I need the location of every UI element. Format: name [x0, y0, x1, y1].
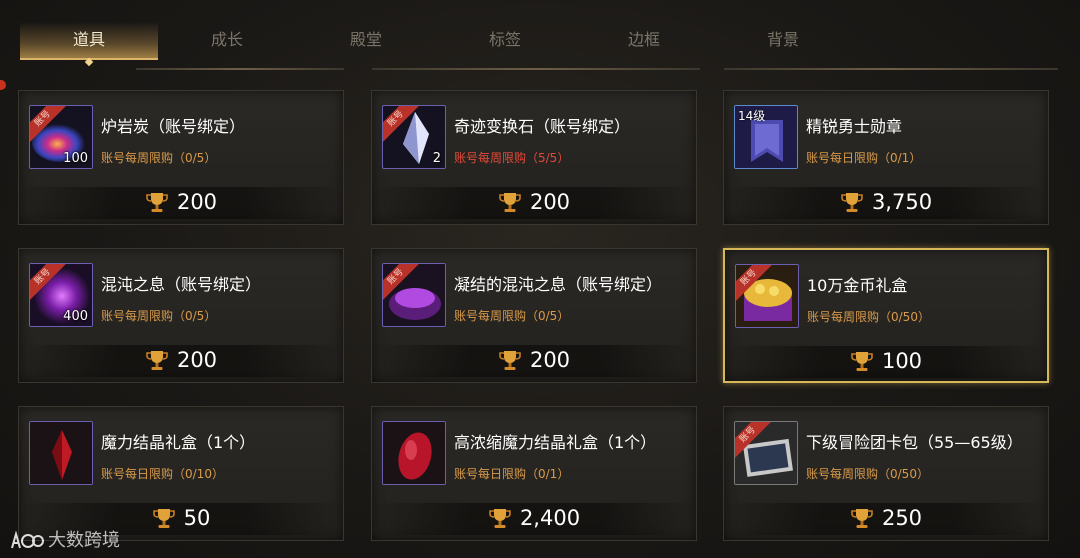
- purchase-limit: 账号每周限购（0/50）: [807, 310, 930, 324]
- tab-items[interactable]: 道具: [20, 22, 158, 67]
- tab-label: 标签: [488, 30, 521, 49]
- purchase-limit: 账号每周限购（5/5）: [454, 151, 570, 165]
- item-price: 250: [724, 505, 1048, 533]
- item-icon-frame: 账号 400: [29, 263, 93, 327]
- notification-dot: [0, 80, 6, 90]
- tab-label: 殿堂: [349, 30, 382, 49]
- price-value: 50: [183, 506, 211, 530]
- tab-label: 道具: [72, 30, 105, 49]
- item-icon-frame: [29, 421, 93, 485]
- item-icon-frame: 14级: [734, 105, 798, 169]
- price-value: 2,400: [519, 506, 581, 530]
- item-card[interactable]: 14级 精锐勇士勋章 账号每日限购（0/1） 3,750: [723, 90, 1049, 225]
- item-level: 14级: [738, 109, 766, 123]
- divider: [136, 68, 344, 70]
- tab-growth[interactable]: 成长: [158, 22, 296, 58]
- price-value: 3,750: [871, 190, 933, 214]
- watermark: 大数跨境: [10, 526, 120, 552]
- item-name: 10万金币礼盒: [807, 276, 908, 295]
- tab-bar: 道具 成长 殿堂 标签 边框 背景: [0, 0, 1080, 72]
- item-icon-frame: 账号: [735, 264, 799, 328]
- purchase-limit: 账号每周限购（0/5）: [101, 309, 217, 323]
- price-value: 100: [881, 349, 923, 373]
- price-value: 200: [529, 190, 571, 214]
- item-card[interactable]: 账号 100 炉岩炭（账号绑定） 账号每周限购（0/5） 200: [18, 90, 344, 225]
- item-icon-frame: 账号: [382, 263, 446, 327]
- item-price: 200: [372, 189, 696, 217]
- card-pack-icon: [735, 422, 797, 484]
- item-name: 高浓缩魔力结晶礼盒（1个）: [454, 433, 657, 452]
- tab-frame[interactable]: 边框: [575, 22, 713, 58]
- purchase-limit: 账号每周限购（0/5）: [101, 151, 217, 165]
- tab-active-indicator: [84, 57, 94, 67]
- chaos-bowl-icon: [383, 264, 445, 326]
- trophy-icon: [499, 351, 521, 370]
- item-name: 凝结的混沌之息（账号绑定）: [454, 275, 663, 294]
- red-crystal-icon: [30, 422, 92, 484]
- trophy-icon: [851, 509, 873, 528]
- item-price: 200: [372, 347, 696, 375]
- item-price: 3,750: [724, 189, 1048, 217]
- tab-hall[interactable]: 殿堂: [297, 22, 435, 58]
- item-quantity: 2: [432, 151, 441, 166]
- tab-label: 背景: [766, 30, 799, 49]
- trophy-icon: [841, 193, 863, 212]
- item-name: 混沌之息（账号绑定）: [101, 275, 262, 294]
- price-value: 200: [176, 190, 218, 214]
- item-price: 2,400: [372, 505, 696, 533]
- item-card[interactable]: 账号 2 奇迹变换石（账号绑定） 账号每周限购（5/5） 200: [371, 90, 697, 225]
- item-quantity: 100: [63, 151, 88, 166]
- item-name: 下级冒险团卡包（55—65级）: [806, 433, 1023, 452]
- divider: [372, 68, 700, 70]
- item-card[interactable]: 高浓缩魔力结晶礼盒（1个） 账号每日限购（0/1） 2,400: [371, 406, 697, 541]
- item-name: 魔力结晶礼盒（1个）: [101, 433, 256, 452]
- trophy-icon: [146, 193, 168, 212]
- item-card[interactable]: 账号 10万金币礼盒 账号每周限购（0/50） 100: [723, 248, 1049, 383]
- tab-label: 成长: [210, 30, 243, 49]
- purchase-limit: 账号每日限购（0/1）: [454, 467, 570, 481]
- item-icon-frame: 账号 2: [382, 105, 446, 169]
- item-icon-frame: 账号: [734, 421, 798, 485]
- purchase-limit: 账号每周限购（0/5）: [454, 309, 570, 323]
- price-value: 200: [529, 348, 571, 372]
- price-value: 200: [176, 348, 218, 372]
- watermark-text: 大数跨境: [48, 530, 120, 551]
- gold-chest-icon: [736, 265, 798, 327]
- watermark-logo-icon: [11, 530, 44, 549]
- item-icon-frame: 账号 100: [29, 105, 93, 169]
- item-card[interactable]: 魔力结晶礼盒（1个） 账号每日限购（0/10） 50: [18, 406, 344, 541]
- purchase-limit: 账号每周限购（0/50）: [806, 467, 929, 481]
- item-name: 精锐勇士勋章: [806, 117, 903, 136]
- item-price: 200: [19, 347, 343, 375]
- trophy-icon: [489, 509, 511, 528]
- trophy-icon: [152, 509, 175, 528]
- trophy-icon: [499, 193, 521, 212]
- item-card[interactable]: 账号 400 混沌之息（账号绑定） 账号每周限购（0/5） 200: [18, 248, 344, 383]
- banner-icon: [735, 106, 797, 168]
- item-card[interactable]: 账号 凝结的混沌之息（账号绑定） 账号每周限购（0/5） 200: [371, 248, 697, 383]
- tab-label: 边框: [627, 30, 660, 49]
- trophy-icon: [851, 352, 873, 371]
- item-icon-frame: [382, 421, 446, 485]
- purchase-limit: 账号每日限购（0/10）: [101, 467, 224, 481]
- red-gem-icon: [383, 422, 445, 484]
- tab-background[interactable]: 背景: [714, 22, 852, 58]
- purchase-limit: 账号每日限购（0/1）: [806, 151, 922, 165]
- item-price: 200: [19, 189, 343, 217]
- item-card[interactable]: 账号 下级冒险团卡包（55—65级） 账号每周限购（0/50） 250: [723, 406, 1049, 541]
- item-name: 炉岩炭（账号绑定）: [101, 117, 246, 136]
- trophy-icon: [146, 351, 168, 370]
- item-name: 奇迹变换石（账号绑定）: [454, 117, 631, 136]
- tab-tags[interactable]: 标签: [436, 22, 574, 58]
- item-quantity: 400: [63, 309, 88, 324]
- divider: [724, 68, 1058, 70]
- price-value: 250: [881, 506, 923, 530]
- item-price: 100: [725, 348, 1047, 376]
